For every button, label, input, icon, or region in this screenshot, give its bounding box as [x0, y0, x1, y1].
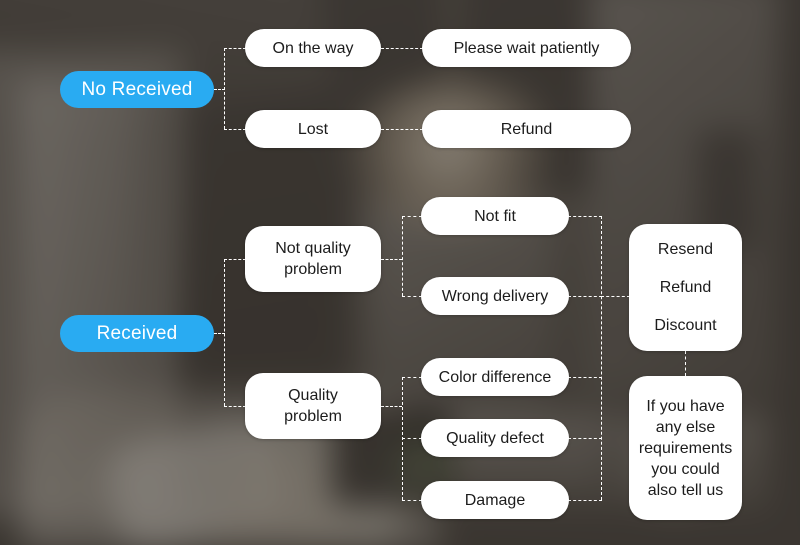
note-line: If you have [646, 397, 725, 415]
node-label: Color difference [438, 368, 552, 386]
node-label: On the way [272, 39, 354, 57]
connector-to-wrong-delivery [402, 296, 422, 297]
node-label: Quality defect [446, 429, 544, 447]
connector-to-quality-problem [224, 406, 246, 407]
connector-received-bus [224, 259, 225, 406]
connector-outcome-to-note [685, 351, 686, 376]
note-line: you could [651, 460, 720, 478]
node-quality-defect[interactable]: Quality defect [421, 419, 569, 457]
node-refund-for-lost[interactable]: Refund [422, 110, 631, 148]
node-not-quality-problem[interactable]: Not quality problem [245, 226, 381, 292]
node-label-line: problem [284, 261, 342, 278]
node-label: Wrong delivery [441, 287, 549, 305]
node-color-difference[interactable]: Color difference [421, 358, 569, 396]
connector-outcome-bus [601, 216, 602, 500]
connector-no-received-bus [224, 48, 225, 129]
connector-to-not-fit [402, 216, 422, 217]
node-label: Damage [464, 491, 526, 509]
node-please-wait-patiently[interactable]: Please wait patiently [422, 29, 631, 67]
connector-lost-to-refund [381, 129, 423, 130]
connector-to-quality-defect [402, 438, 422, 439]
node-label: Lost [297, 120, 329, 138]
node-extra-requirements-note[interactable]: If you have any else requirements you co… [629, 376, 742, 520]
node-label-line: problem [284, 408, 342, 425]
node-on-the-way[interactable]: On the way [245, 29, 381, 67]
node-label-line: Quality [288, 387, 338, 404]
note-line: any else [655, 418, 716, 436]
connector-to-damage [402, 500, 422, 501]
node-label-line: Not quality [275, 240, 351, 257]
node-wrong-delivery[interactable]: Wrong delivery [421, 277, 569, 315]
connector-to-on-the-way [224, 48, 246, 49]
connector-on-the-way-to-please-wait [381, 48, 423, 49]
connector-bus-to-outcome [601, 296, 630, 297]
resolution-option: Resend [657, 241, 714, 258]
node-label: Please wait patiently [453, 39, 600, 57]
connector-not-quality-bus [402, 216, 403, 296]
connector-not-fit-out [568, 216, 602, 217]
connector-quality-defect-out [568, 438, 602, 439]
connector-to-not-quality-problem [224, 259, 246, 260]
node-label: Refund [500, 120, 553, 138]
node-not-fit[interactable]: Not fit [421, 197, 569, 235]
note-line: requirements [638, 439, 733, 457]
node-lost[interactable]: Lost [245, 110, 381, 148]
node-resolution-options[interactable]: Resend Refund Discount [629, 224, 742, 351]
node-quality-problem[interactable]: Quality problem [245, 373, 381, 439]
node-label: Not fit [474, 207, 516, 225]
node-damage[interactable]: Damage [421, 481, 569, 519]
connector-to-color-difference [402, 377, 422, 378]
branch-pill-label: No Received [81, 78, 193, 100]
resolution-option: Discount [654, 317, 717, 334]
resolution-option: Refund [659, 279, 712, 296]
connector-not-quality-stub [381, 259, 402, 260]
note-line: also tell us [647, 481, 724, 499]
connector-color-difference-out [568, 377, 602, 378]
connector-damage-out [568, 500, 602, 501]
connector-to-lost [224, 129, 246, 130]
flowchart-canvas: No Received Received On the way Please w… [0, 0, 800, 545]
branch-pill-label: Received [96, 322, 178, 344]
connector-wrong-delivery-out [568, 296, 602, 297]
branch-pill-no-received[interactable]: No Received [60, 71, 214, 108]
connector-quality-stub [381, 406, 402, 407]
branch-pill-received[interactable]: Received [60, 315, 214, 352]
